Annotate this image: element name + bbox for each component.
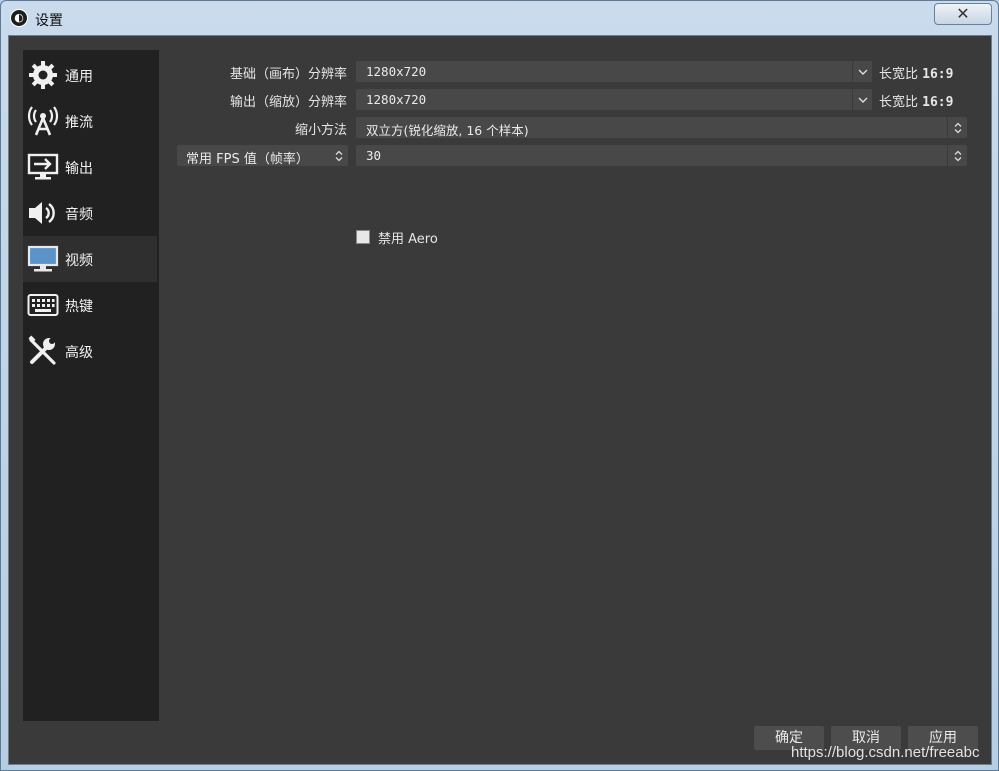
- sidebar-item-audio[interactable]: 音频: [23, 190, 157, 236]
- aspect-ratio-value: 16:9: [922, 95, 954, 110]
- downscale-filter-label: 缩小方法: [294, 123, 347, 138]
- close-button[interactable]: ✕: [934, 3, 992, 25]
- updown-arrows-icon[interactable]: [947, 145, 967, 166]
- sidebar-item-general[interactable]: 通用: [23, 52, 157, 98]
- base-resolution-value: 1280x720: [366, 64, 427, 79]
- output-aspect-ratio: 长宽比 16:9: [879, 91, 953, 110]
- fps-type-value: 常用 FPS 值（帧率）: [186, 152, 309, 167]
- chevron-down-icon[interactable]: [852, 89, 872, 110]
- updown-arrows-icon[interactable]: [947, 117, 967, 138]
- output-monitor-icon: [27, 152, 59, 182]
- settings-client-area: 通用 推流 输出 音频 视频 热键 高级 基础（画布）分辨率 1280x720 …: [8, 35, 992, 765]
- base-aspect-ratio: 长宽比 16:9: [879, 63, 953, 82]
- settings-window: ◐ 设置 ✕ 通用 推流 输出 音频 视频 热键 高级 基础（画布）分辨率 12…: [0, 0, 999, 771]
- settings-sidebar: 通用 推流 输出 音频 视频 热键 高级: [23, 50, 159, 721]
- fps-type-combo[interactable]: 常用 FPS 值（帧率）: [177, 145, 348, 167]
- output-resolution-label: 输出（缩放）分辨率: [229, 95, 347, 110]
- aspect-ratio-value: 16:9: [922, 67, 954, 82]
- tools-icon: [27, 335, 59, 366]
- sidebar-item-output[interactable]: 输出: [23, 144, 157, 190]
- fps-value: 30: [366, 148, 382, 163]
- output-resolution-value: 1280x720: [366, 92, 427, 107]
- downscale-filter-combo[interactable]: 双立方(锐化缩放, 16 个样本): [356, 117, 967, 138]
- downscale-filter-value: 双立方(锐化缩放, 16 个样本): [366, 123, 529, 138]
- monitor-icon: [27, 244, 59, 274]
- sidebar-item-label: 音频: [65, 207, 93, 223]
- sidebar-item-video[interactable]: 视频: [23, 236, 157, 282]
- fps-value-combo[interactable]: 30: [356, 145, 967, 166]
- sidebar-item-hotkeys[interactable]: 热键: [23, 282, 157, 328]
- sidebar-item-label: 推流: [65, 115, 93, 131]
- disable-aero-checkbox[interactable]: [356, 230, 370, 244]
- sidebar-item-label: 高级: [65, 345, 93, 361]
- broadcast-antenna-icon: [27, 106, 59, 136]
- watermark-text: https://blog.csdn.net/freeabc: [791, 744, 980, 761]
- base-resolution-combo[interactable]: 1280x720: [356, 61, 872, 82]
- base-resolution-label: 基础（画布）分辨率: [229, 67, 347, 82]
- chevron-down-icon[interactable]: [852, 61, 872, 82]
- sidebar-item-label: 热键: [65, 299, 93, 315]
- obs-logo-icon: ◐: [10, 9, 28, 27]
- sidebar-item-advanced[interactable]: 高级: [23, 328, 157, 374]
- title-bar: ◐ 设置 ✕: [1, 1, 998, 35]
- output-resolution-combo[interactable]: 1280x720: [356, 89, 872, 110]
- sidebar-item-stream[interactable]: 推流: [23, 98, 157, 144]
- sidebar-item-label: 通用: [65, 69, 93, 85]
- aspect-ratio-label: 长宽比: [879, 67, 919, 82]
- sidebar-item-label: 视频: [65, 253, 93, 269]
- disable-aero-label: 禁用 Aero: [378, 232, 438, 247]
- speaker-icon: [27, 198, 59, 228]
- disable-aero-checkbox-row[interactable]: 禁用 Aero: [356, 228, 476, 247]
- updown-arrows-icon[interactable]: [330, 145, 348, 166]
- aspect-ratio-label: 长宽比: [879, 95, 919, 110]
- gear-icon: [27, 60, 59, 90]
- window-title: 设置: [35, 13, 63, 29]
- sidebar-item-label: 输出: [65, 161, 93, 177]
- keyboard-icon: [27, 290, 59, 320]
